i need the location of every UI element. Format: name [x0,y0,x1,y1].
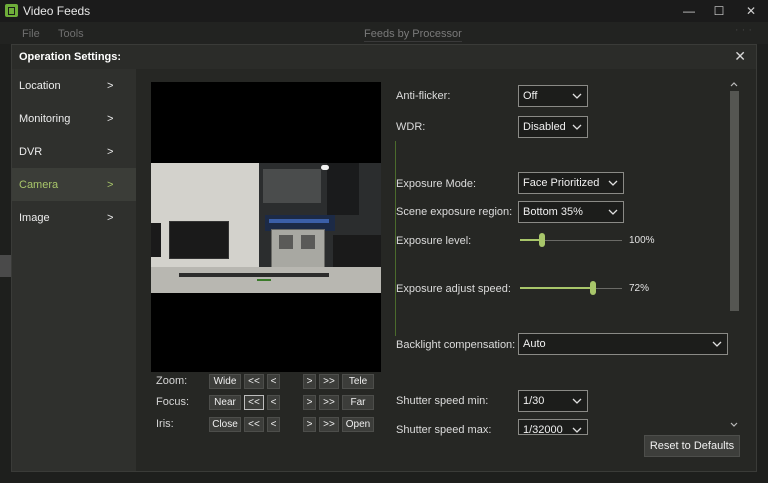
scroll-down-icon[interactable] [729,420,739,430]
focus-step-far-button[interactable]: > [303,395,316,410]
exposure-speed-fill [520,287,594,289]
shutter-speed-max-select[interactable]: 1/32000 [518,419,588,435]
shutter-speed-min-value: 1/30 [523,395,545,407]
tab-feeds-by-processor[interactable]: Feeds by Processor [364,28,462,42]
close-icon[interactable]: ✕ [734,48,746,65]
chevron-down-icon [572,93,582,99]
backlight-compensation-value: Auto [523,338,546,350]
camera-snapshot [151,163,381,293]
app-logo-icon [5,4,18,17]
sidebar-item-camera[interactable]: Camera > [12,168,136,201]
scene-exposure-region-value: Bottom 35% [523,206,583,218]
exposure-mode-label: Exposure Mode: [396,178,477,190]
chevron-down-icon [608,180,618,186]
zoom-step-in-button[interactable]: > [303,374,316,389]
anti-flicker-label: Anti-flicker: [396,90,451,102]
chevron-down-icon [572,427,582,433]
sidebar-item-label: Camera [19,179,59,191]
iris-fast-close-button[interactable]: << [244,417,264,432]
menu-tools[interactable]: Tools [58,28,84,40]
chevron-right-icon: > [107,212,114,224]
chevron-down-icon [572,398,582,404]
close-window-button[interactable]: ✕ [739,3,763,19]
chevron-right-icon: > [107,179,114,191]
exposure-level-slider[interactable] [539,233,546,247]
backlight-compensation-label: Backlight compensation: [396,339,516,351]
iris-fast-open-button[interactable]: >> [319,417,339,432]
dialog-title: Operation Settings: [19,51,122,63]
menu-bar: File Tools Feeds by Processor · · · [0,22,768,44]
shutter-speed-min-select[interactable]: 1/30 [518,390,588,412]
zoom-step-out-button[interactable]: < [267,374,280,389]
chevron-right-icon: > [107,80,114,92]
reset-to-defaults-button[interactable]: Reset to Defaults [644,435,740,457]
sidebar-item-monitoring[interactable]: Monitoring > [12,102,136,135]
exposure-speed-value: 72% [629,283,650,294]
focus-step-near-button[interactable]: < [267,395,280,410]
scene-exposure-region-select[interactable]: Bottom 35% [518,201,624,223]
exposure-level-value: 100% [629,235,655,246]
sidebar-item-location[interactable]: Location > [12,69,136,102]
operation-settings-dialog: Operation Settings: ✕ Location > Monitor… [11,44,757,472]
sidebar-item-image[interactable]: Image > [12,201,136,234]
exposure-level-label: Exposure level: [396,235,472,247]
focus-near-button[interactable]: Near [209,395,241,410]
scene-exposure-region-label: Scene exposure region: [396,206,513,218]
shutter-speed-max-label: Shutter speed max: [396,424,492,436]
sidebar-item-label: Monitoring [19,113,71,125]
camera-settings-panel: Zoom: Wide << < > >> Tele Focus: Near <<… [136,69,756,471]
iris-step-open-button[interactable]: > [303,417,316,432]
wdr-select[interactable]: Disabled [518,116,588,138]
exposure-mode-value: Face Prioritized [523,177,600,189]
iris-open-button[interactable]: Open [342,417,374,432]
window-title: Video Feeds [23,4,91,18]
chevron-down-icon [572,124,582,130]
scrollbar-thumb[interactable] [730,91,739,311]
zoom-tele-button[interactable]: Tele [342,374,374,389]
chevron-down-icon [608,209,618,215]
exposure-adjust-speed-label: Exposure adjust speed: [396,283,511,295]
iris-step-close-button[interactable]: < [267,417,280,432]
exposure-mode-select[interactable]: Face Prioritized [518,172,624,194]
overflow-menu-icon[interactable]: · · · [735,24,752,36]
settings-sidebar: Location > Monitoring > DVR > Camera > I… [12,69,136,471]
anti-flicker-value: Off [523,90,538,102]
sidebar-item-label: Location [19,80,61,92]
zoom-wide-button[interactable]: Wide [209,374,241,389]
exposure-speed-slider[interactable] [590,281,597,295]
maximize-button[interactable]: ☐ [707,3,731,19]
menu-file[interactable]: File [22,28,40,40]
sidebar-item-dvr[interactable]: DVR > [12,135,136,168]
minimize-button[interactable]: — [677,3,701,19]
focus-label: Focus: [156,396,190,408]
anti-flicker-select[interactable]: Off [518,85,588,107]
title-bar: Video Feeds — ☐ ✕ [0,0,768,22]
focus-far-button[interactable]: Far [342,395,374,410]
iris-close-button[interactable]: Close [209,417,241,432]
chevron-right-icon: > [107,113,114,125]
sidebar-item-label: DVR [19,146,43,158]
focus-fast-near-button[interactable]: << [244,395,264,410]
chevron-down-icon [712,341,722,347]
scroll-up-icon[interactable] [729,79,739,89]
wdr-value: Disabled [523,121,566,133]
iris-label: Iris: [156,418,174,430]
sidebar-item-label: Image [19,212,50,224]
focus-fast-far-button[interactable]: >> [319,395,339,410]
wdr-label: WDR: [396,121,426,133]
shutter-speed-min-label: Shutter speed min: [396,395,489,407]
zoom-label: Zoom: [156,375,188,387]
backlight-compensation-select[interactable]: Auto [518,333,728,355]
shutter-speed-max-value: 1/32000 [523,424,563,435]
zoom-fast-out-button[interactable]: << [244,374,264,389]
zoom-fast-in-button[interactable]: >> [319,374,339,389]
background-panel [0,255,11,277]
chevron-right-icon: > [107,146,114,158]
